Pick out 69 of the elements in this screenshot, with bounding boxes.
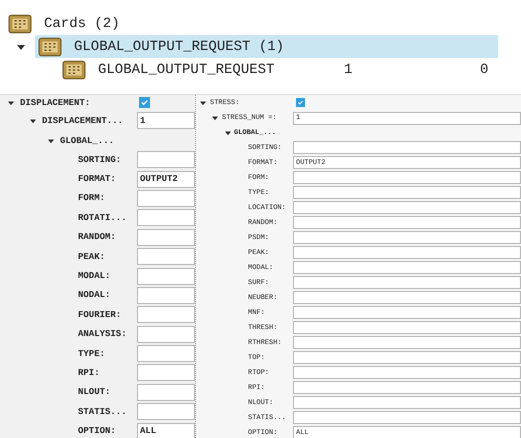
card-icon <box>8 12 32 34</box>
text-field[interactable] <box>137 228 195 246</box>
field-label: NODAL: <box>78 290 110 300</box>
tree-item[interactable]: GLOBAL_OUTPUT_REQUEST (1) <box>35 35 498 58</box>
text-field[interactable] <box>137 364 195 382</box>
field-label: RPI: <box>78 368 100 378</box>
group-label: GLOBAL_... <box>60 136 114 146</box>
field-label: RANDOM: <box>78 232 116 242</box>
text-field[interactable] <box>137 286 195 304</box>
field-label: ROTATI... <box>78 212 127 223</box>
text-field[interactable] <box>293 351 521 364</box>
text-field[interactable] <box>293 231 521 244</box>
text-field[interactable] <box>293 291 521 304</box>
text-field[interactable] <box>293 321 521 334</box>
text-field[interactable]: 1 <box>137 112 195 129</box>
card-icon <box>38 36 62 58</box>
field-label: FOURIER: <box>78 310 122 320</box>
text-field[interactable] <box>293 381 521 394</box>
field-label: NLOUT: <box>78 387 110 398</box>
field-label: PEAK: <box>78 252 106 262</box>
field-label: ANALYSIS: <box>78 329 127 340</box>
text-field[interactable]: ALL <box>137 422 195 438</box>
text-field[interactable] <box>293 201 521 214</box>
text-field[interactable] <box>293 216 521 229</box>
column-value: 1 <box>344 62 352 78</box>
card-icon <box>62 58 86 80</box>
checkbox[interactable] <box>139 97 150 108</box>
text-field[interactable] <box>137 384 195 401</box>
text-field[interactable] <box>293 336 521 349</box>
field-label: STATIS... <box>78 406 127 417</box>
column-value: 0 <box>480 62 488 78</box>
text-field[interactable] <box>137 151 195 168</box>
field-label: FORM: <box>78 193 106 204</box>
text-field[interactable] <box>293 246 521 259</box>
field-label: FORMAT: <box>78 174 116 184</box>
expander-icon[interactable] <box>48 138 54 144</box>
text-field[interactable] <box>137 268 195 285</box>
text-field[interactable] <box>293 171 521 184</box>
text-field[interactable] <box>137 248 195 266</box>
text-field[interactable] <box>137 345 195 362</box>
checkbox[interactable] <box>296 98 305 107</box>
text-field[interactable] <box>137 326 195 343</box>
field-label: DISPLACEMENT... <box>42 116 124 126</box>
text-field[interactable] <box>137 209 195 226</box>
expander-icon[interactable] <box>8 100 14 106</box>
text-field[interactable]: OUTPUT2 <box>137 170 195 188</box>
expander-icon[interactable] <box>17 42 25 50</box>
text-field[interactable] <box>293 276 521 289</box>
field-label: OPTION: <box>78 426 116 436</box>
expander-icon[interactable] <box>212 115 218 121</box>
text-field[interactable] <box>293 141 521 154</box>
text-field[interactable] <box>293 186 521 199</box>
text-field[interactable] <box>137 190 195 207</box>
text-field[interactable] <box>137 306 195 324</box>
expander-icon[interactable] <box>30 118 36 124</box>
expander-icon[interactable] <box>225 130 231 136</box>
tree-item[interactable]: GLOBAL_OUTPUT_REQUEST <box>62 58 274 81</box>
text-field[interactable] <box>293 411 521 424</box>
text-field[interactable] <box>293 366 521 379</box>
field-label: DISPLACEMENT: <box>20 98 90 108</box>
text-field[interactable] <box>137 403 195 420</box>
field-label: TYPE: <box>78 348 106 359</box>
text-field[interactable] <box>293 306 521 319</box>
text-field[interactable] <box>293 396 521 409</box>
field-label: MODAL: <box>78 271 110 282</box>
field-label: SORTING: <box>78 154 122 165</box>
expander-icon[interactable] <box>200 100 206 106</box>
text-field[interactable] <box>293 261 521 274</box>
tree-item[interactable]: Cards (2) <box>8 12 120 35</box>
